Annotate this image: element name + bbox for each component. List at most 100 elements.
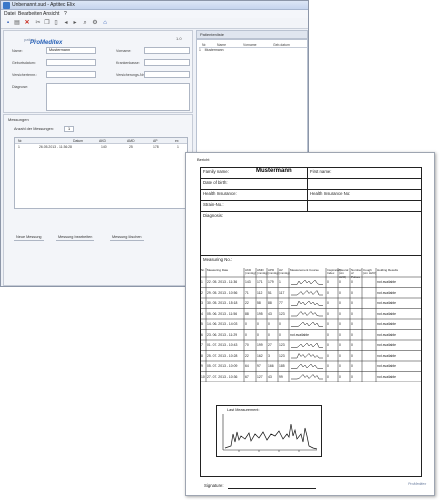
paste-icon[interactable]: ▯ <box>52 20 60 27</box>
divider <box>307 189 308 211</box>
report-cell: 6 <box>201 332 203 337</box>
report-cell: 22. 05. 2013 - 11:36 <box>207 280 238 284</box>
report-cell: 185 <box>279 364 285 368</box>
diagnosis-label: Diagnosis: <box>203 213 224 218</box>
measurements-section: Messungen Anzahl der Messungen: 1 Nr. Da… <box>3 114 193 286</box>
menu-ansicht[interactable]: Ansicht <box>43 10 59 18</box>
report-cell: not available <box>377 311 397 316</box>
report-cell: 0 <box>327 311 329 316</box>
menu-help[interactable]: ? <box>64 10 67 18</box>
report-cell: 88 <box>268 301 272 305</box>
cut-icon[interactable]: ✂ <box>34 20 42 27</box>
delete-icon[interactable]: ✕ <box>23 20 31 27</box>
report-cell: not available <box>377 290 397 295</box>
report-cell: 0 <box>351 322 353 326</box>
tab-neue-messung[interactable]: Neue Messung <box>14 233 44 241</box>
report-column-header: AKD (mmHg) <box>245 268 256 276</box>
report-title: Bericht <box>197 157 210 162</box>
tab-messung-bearbeiten[interactable]: Messung bearbeiten <box>56 233 95 241</box>
report-cell: 27 <box>268 343 272 347</box>
geburtsdatum-field[interactable] <box>46 59 96 66</box>
report-cell: 97 <box>257 364 261 368</box>
report-cell: 0 <box>351 301 353 305</box>
measurement-course-wave <box>291 363 323 369</box>
vorname-field[interactable] <box>144 47 190 54</box>
report-cell: 0 <box>351 343 353 347</box>
health-insurance-no-label: Health Insurance No: <box>310 191 351 196</box>
report-cell: 1 <box>279 280 281 284</box>
report-cell: 71 <box>245 290 249 295</box>
report-column-header: Inspiratory Index <box>327 268 342 276</box>
report-cell: 0 <box>327 301 329 305</box>
measurement-course-wave <box>291 279 323 285</box>
divider <box>200 200 422 201</box>
report-cell: 0 <box>339 322 341 326</box>
measuring-no-label: Measuring No.: <box>203 257 233 262</box>
dob-label: Date of birth: <box>203 180 228 185</box>
versicherungsnr-field[interactable] <box>144 71 190 78</box>
report-cell: 4 <box>201 311 203 316</box>
measurement-course-wave <box>291 311 323 317</box>
search-icon[interactable]: ⌕ <box>81 20 89 27</box>
report-cell: 0 <box>339 332 341 337</box>
krankenkasse-field[interactable] <box>144 59 190 66</box>
report-cell: 0 <box>339 353 341 358</box>
report-cell: 22 <box>245 353 249 358</box>
tab-messung-loeschen[interactable]: Messung löschen <box>110 233 144 241</box>
health-insurance-label: Health Insurance: <box>203 191 237 196</box>
table-row[interactable]: 1 26.05.2013 - 11:36:28 140 25 178 1 <box>15 144 187 150</box>
report-cell: 0 <box>327 353 329 358</box>
report-cell: 112 <box>257 290 263 295</box>
versichertennr-label: Versichertennr.: <box>12 73 37 77</box>
tools-icon[interactable]: ⚙ <box>91 20 99 27</box>
save-icon[interactable]: ▪ <box>4 20 12 27</box>
report-cell: 143 <box>245 280 251 284</box>
name-field[interactable]: Mustermann <box>46 47 96 54</box>
versichertennr-field[interactable] <box>46 71 96 78</box>
report-cell: not available <box>290 332 310 337</box>
report-cell: not available <box>377 364 397 368</box>
report-cell: 67 <box>245 374 249 379</box>
report-column-header: Measuring Date <box>207 268 229 272</box>
divider <box>200 178 422 179</box>
measurement-course-wave <box>291 352 323 359</box>
list-item[interactable]: 1 Mustermann <box>199 48 224 52</box>
report-cell: not available <box>377 332 397 337</box>
diagnose-textarea[interactable] <box>46 83 190 111</box>
report-cell: 0 <box>327 322 329 326</box>
report-cell: not available <box>377 280 397 284</box>
measurement-course-wave <box>291 290 323 296</box>
arrow-right-icon[interactable]: ▸ <box>71 20 79 27</box>
home-icon[interactable]: ⌂ <box>101 20 109 27</box>
report-cell: 43 <box>268 374 272 379</box>
report-cell: 2 <box>201 290 203 295</box>
vorname-label: Vorname: <box>116 49 132 53</box>
report-cell: 171 <box>257 280 263 284</box>
report-cell: 0 <box>245 332 247 337</box>
report-cell: 23. 06. 2013 - 11:29 <box>207 332 238 337</box>
report-cell: 123 <box>279 343 285 347</box>
menu-datei[interactable]: Datei <box>4 10 16 18</box>
report-cell: 43 <box>268 311 272 316</box>
last-measurement-chart: Last Measurement: <box>216 405 322 457</box>
report-cell: 123 <box>279 311 285 316</box>
print-icon[interactable]: ▤ <box>13 20 21 27</box>
report-cell: 27. 07. 2013 - 10:36 <box>207 374 238 379</box>
report-cell: 0 <box>351 290 353 295</box>
diagnose-label: Diagnose: <box>12 85 29 89</box>
report-column-header: Pleural (cm H2O) <box>339 268 349 279</box>
measurement-count: 1 <box>64 126 74 132</box>
report-cell: 0 <box>339 290 341 295</box>
report-cell: 0 <box>327 290 329 295</box>
report-cell: 0 <box>339 311 341 316</box>
report-cell: 1 <box>201 280 203 284</box>
strain-no-label: Strain-No.: <box>203 202 224 207</box>
arrow-left-icon[interactable]: ◂ <box>62 20 70 27</box>
report-cell: not available <box>377 353 397 358</box>
menu-bearbeiten[interactable]: Bearbeiten <box>18 10 42 18</box>
report-cell: 0 <box>339 343 341 347</box>
measurement-count-label: Anzahl der Messungen: <box>14 127 54 131</box>
copy-icon[interactable]: ❐ <box>43 20 51 27</box>
report-cell: 30. 05. 2013 - 15:18 <box>207 301 238 305</box>
report-cell: not available <box>377 374 397 379</box>
